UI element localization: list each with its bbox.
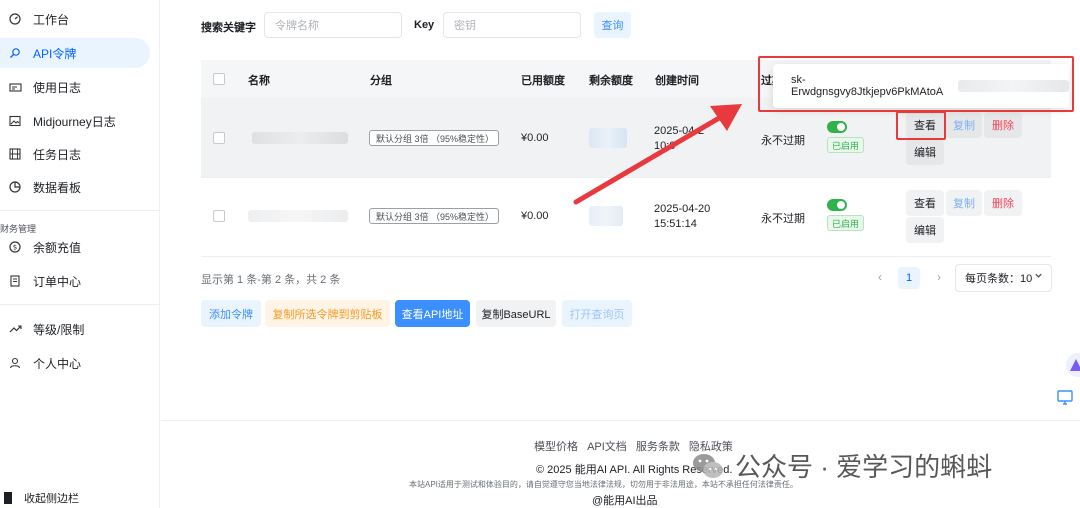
- remaining-quota-masked: [589, 206, 623, 226]
- query-button[interactable]: 查询: [594, 12, 631, 38]
- view-api-address-button[interactable]: 查看API地址: [395, 300, 470, 327]
- sidebar-item-label: 个人中心: [33, 356, 82, 371]
- used-quota: ¥0.00: [521, 132, 549, 144]
- trend-icon: [8, 322, 22, 336]
- sidebar-collapse-icon: [4, 492, 12, 504]
- assistant-float-icon[interactable]: [1060, 352, 1080, 378]
- copy-button[interactable]: 复制: [946, 112, 982, 138]
- annotation-highlight-view-button: [896, 111, 946, 140]
- status-badge: 已启用: [827, 137, 865, 153]
- footer-link-terms[interactable]: 服务条款: [636, 441, 680, 453]
- copy-base-url-button[interactable]: 复制BaseURL: [476, 300, 556, 327]
- sidebar-item-label: 使用日志: [33, 80, 82, 95]
- page-size-select[interactable]: 每页条数：10: [955, 264, 1052, 292]
- sidebar-item-label: 等级/限制: [33, 322, 85, 337]
- row-checkbox[interactable]: [213, 132, 225, 144]
- sidebar-item-profile[interactable]: 个人中心: [0, 348, 150, 378]
- collapse-sidebar-label: 收起侧边栏: [24, 493, 79, 505]
- sidebar-item-label: 订单中心: [33, 274, 82, 289]
- key-input[interactable]: 密钥: [443, 12, 581, 38]
- footer-link-docs[interactable]: API文档: [587, 441, 627, 453]
- expires-value: 永不过期: [761, 135, 805, 147]
- column-header-remaining: 剩余额度: [589, 75, 633, 87]
- group-tag: 默认分组 3倍 （95%稳定性）: [369, 130, 499, 146]
- next-page-button[interactable]: ›: [931, 268, 947, 286]
- annotation-highlight-key: [758, 56, 1074, 112]
- sidebar-item-data-board[interactable]: 数据看板: [0, 172, 150, 202]
- image-icon: [8, 114, 22, 128]
- sidebar-divider: [0, 304, 160, 305]
- used-quota: ¥0.00: [521, 210, 549, 222]
- page-size-label: 每页条数：10: [965, 273, 1033, 285]
- page-number-current[interactable]: 1: [898, 267, 920, 289]
- footer-divider: [161, 420, 1080, 421]
- film-icon: [8, 147, 22, 161]
- status-badge: 已启用: [827, 215, 865, 231]
- token-name-masked: [252, 132, 348, 144]
- column-header-name: 名称: [248, 75, 270, 87]
- sidebar-item-midjourney-log[interactable]: Midjourney日志: [0, 106, 150, 136]
- pagination-summary: 显示第 1 条-第 2 条，共 2 条: [201, 274, 341, 286]
- created-time: 15:51:14: [654, 218, 697, 230]
- prev-page-button[interactable]: ‹: [872, 268, 888, 286]
- chevron-down-icon: [1034, 271, 1043, 283]
- delete-button[interactable]: 删除: [984, 112, 1022, 138]
- status-toggle[interactable]: [827, 199, 847, 211]
- sidebar-divider: [0, 210, 160, 211]
- coin-icon: $: [8, 240, 22, 254]
- collapse-sidebar-button[interactable]: 收起侧边栏: [0, 488, 160, 508]
- footer-made-by: @能用AI出品: [592, 495, 658, 507]
- watermark: 公众号 · 爱学习的蝌蚪: [691, 447, 992, 484]
- sidebar-item-label: 余额充值: [33, 240, 82, 255]
- monitor-float-icon[interactable]: [1052, 384, 1078, 410]
- sidebar-item-label: API令牌: [33, 46, 77, 61]
- sidebar-item-label: 任务日志: [33, 147, 82, 162]
- wechat-icon: [693, 453, 723, 478]
- footer-link-pricing[interactable]: 模型价格: [534, 441, 578, 453]
- watermark-text: 公众号 · 爱学习的蝌蚪: [735, 452, 993, 482]
- sidebar-item-label: 工作台: [33, 12, 70, 27]
- log-icon: [8, 80, 22, 94]
- sidebar-item-workbench[interactable]: 工作台: [0, 4, 150, 34]
- copy-button[interactable]: 复制: [946, 190, 982, 216]
- status-toggle[interactable]: [827, 121, 847, 133]
- sidebar-item-recharge[interactable]: $ 余额充值: [0, 232, 150, 262]
- sidebar-item-label: 数据看板: [33, 180, 82, 195]
- sidebar-item-label: Midjourney日志: [33, 114, 116, 129]
- column-header-group: 分组: [370, 75, 392, 87]
- dashboard-icon: [8, 12, 22, 26]
- delete-button[interactable]: 删除: [984, 190, 1022, 216]
- sidebar-item-orders[interactable]: 订单中心: [0, 266, 150, 296]
- token-name-input[interactable]: 令牌名称: [264, 12, 402, 38]
- annotation-arrow: [573, 104, 742, 205]
- view-button[interactable]: 查看: [906, 190, 944, 216]
- sidebar: 工作台 API令牌 使用日志 Midjourney日志 任务日志 数据看板 财务…: [0, 0, 160, 508]
- open-query-page-button[interactable]: 打开查询页: [562, 300, 632, 327]
- chart-pie-icon: [8, 180, 22, 194]
- svg-text:$: $: [13, 244, 17, 252]
- expires-value: 永不过期: [761, 213, 805, 225]
- sidebar-item-api-token[interactable]: API令牌: [0, 38, 150, 68]
- edit-button[interactable]: 编辑: [906, 217, 944, 243]
- edit-button[interactable]: 编辑: [906, 139, 944, 165]
- select-all-checkbox[interactable]: [213, 73, 225, 85]
- sidebar-item-task-log[interactable]: 任务日志: [0, 139, 150, 169]
- group-tag: 默认分组 3倍 （95%稳定性）: [369, 208, 499, 224]
- row-checkbox[interactable]: [213, 210, 225, 222]
- keyword-label: 搜索关键字: [201, 22, 256, 34]
- row-divider: [201, 256, 1051, 257]
- add-token-button[interactable]: 添加令牌: [201, 300, 261, 327]
- token-name-masked: [248, 210, 348, 222]
- sidebar-item-usage-log[interactable]: 使用日志: [0, 72, 150, 102]
- user-icon: [8, 356, 22, 370]
- column-header-created: 创建时间: [655, 75, 699, 87]
- key-icon: [8, 46, 22, 60]
- copy-selected-button[interactable]: 复制所选令牌到剪贴板: [265, 300, 390, 327]
- key-label: Key: [414, 19, 435, 31]
- column-header-used: 已用额度: [521, 75, 565, 87]
- order-icon: [8, 274, 22, 288]
- sidebar-item-level-limits[interactable]: 等级/限制: [0, 314, 150, 344]
